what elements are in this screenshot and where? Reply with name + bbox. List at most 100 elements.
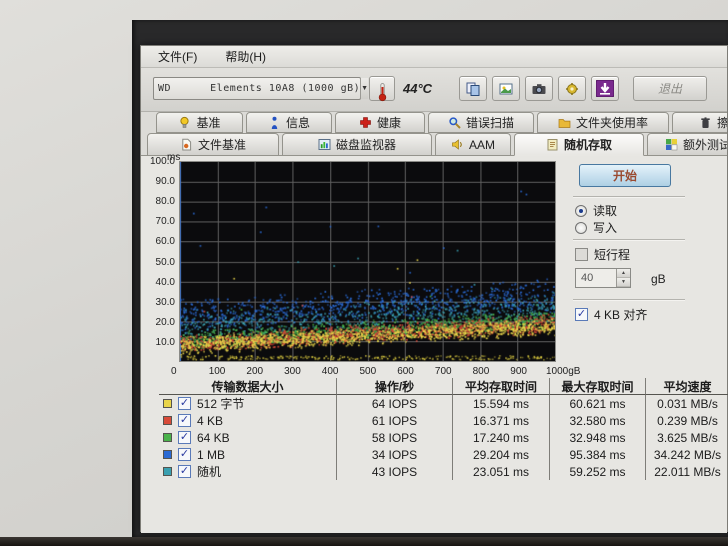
- write-mode-option[interactable]: 写入: [575, 219, 617, 236]
- series-color-swatch: [163, 433, 172, 442]
- max-access-cell: 32.580 ms: [550, 412, 646, 429]
- note-page-icon: [546, 138, 559, 151]
- align-option[interactable]: ✓ 4 KB 对齐: [575, 306, 647, 323]
- write-radio-label: 写入: [593, 221, 618, 235]
- start-button[interactable]: 开始: [579, 164, 671, 187]
- series-checkbox[interactable]: ✓: [178, 448, 191, 461]
- read-radio-label: 读取: [593, 204, 618, 218]
- download-button[interactable]: [591, 76, 619, 101]
- series-checkbox[interactable]: ✓: [178, 397, 191, 410]
- screenshot-button[interactable]: [525, 76, 553, 101]
- series-checkbox[interactable]: ✓: [178, 431, 191, 444]
- exit-button[interactable]: 退出: [633, 76, 707, 101]
- series-label: 随机: [197, 465, 222, 479]
- transfer-size-cell: ✓ 64 KB: [159, 429, 337, 446]
- tab-label: 擦除: [716, 116, 727, 130]
- tab-info[interactable]: 信息: [246, 112, 332, 133]
- download-icon: [596, 80, 614, 97]
- read-radio[interactable]: [575, 204, 587, 217]
- x-tick-label: 0: [171, 366, 177, 377]
- tab-label: 错误扫描: [465, 116, 514, 130]
- tab-label: 额外测试: [682, 138, 727, 152]
- avg-access-cell: 17.240 ms: [453, 429, 550, 446]
- drive-select[interactable]: WD Elements 10A8 (1000 gB) ▼: [153, 77, 369, 100]
- tab-extra-tests[interactable]: 额外测试: [647, 133, 727, 156]
- copy-button[interactable]: [459, 76, 487, 101]
- random-access-panel: ms 100.0 90.0 80.0 70.0 60.0 50.0 40.0 30.0 20.0…: [141, 152, 728, 533]
- chevron-down-icon[interactable]: ▼: [360, 78, 369, 99]
- read-mode-option[interactable]: 读取: [575, 202, 617, 219]
- tab-label: 基准: [196, 116, 221, 130]
- align-checkbox[interactable]: ✓: [575, 308, 588, 321]
- series-checkbox[interactable]: ✓: [178, 414, 191, 427]
- temperature-button[interactable]: [369, 76, 395, 102]
- table-row: ✓ 512 字节 64 IOPS 15.594 ms 60.621 ms 0.031 MB…: [159, 395, 728, 412]
- series-label: 4 KB: [197, 413, 224, 428]
- table-row: ✓ 4 KB 61 IOPS 16.371 ms 32.580 ms 0.239 MB/s: [159, 412, 728, 429]
- x-tick-label: 700: [434, 366, 452, 377]
- tab-benchmark[interactable]: 基准: [156, 112, 243, 133]
- menu-bar: 文件(F) 帮助(H): [141, 46, 727, 68]
- options-button[interactable]: [558, 76, 586, 101]
- tab-disk-monitor[interactable]: 磁盘监视器: [282, 133, 432, 156]
- results-table-body: ✓ 512 字节 64 IOPS 15.594 ms 60.621 ms 0.031 MB…: [159, 395, 728, 480]
- save-image-button[interactable]: [492, 76, 520, 101]
- tab-label: 文件夹使用率: [575, 116, 648, 130]
- tab-aam[interactable]: AAM: [435, 133, 511, 156]
- tab-label: 健康: [376, 116, 401, 130]
- transfer-size-cell: ✓ 512 字节: [159, 395, 337, 412]
- y-tick-label: 60.0: [155, 236, 175, 248]
- tab-random-access[interactable]: 随机存取: [514, 133, 644, 156]
- y-tick-label: 40.0: [155, 276, 175, 288]
- series-color-swatch: [163, 416, 172, 425]
- capacity-spinner[interactable]: 40 ▲ ▼: [575, 268, 631, 288]
- table-row: ✓ 随机 43 IOPS 23.051 ms 59.252 ms 22.011 MB/s: [159, 463, 728, 480]
- table-row: ✓ 64 KB 58 IOPS 17.240 ms 32.948 ms 3.625 MB/…: [159, 429, 728, 446]
- y-tick-label: 10.0: [155, 336, 175, 348]
- x-tick-label: 300: [284, 366, 301, 377]
- menu-help[interactable]: 帮助(H): [220, 46, 271, 67]
- max-access-cell: 95.384 ms: [550, 446, 646, 463]
- avg-speed-cell: 34.242 MB/s: [653, 447, 722, 462]
- y-tick-label: 80.0: [155, 196, 175, 208]
- y-axis-unit-label: ms: [167, 152, 181, 163]
- max-access-cell: 32.948 ms: [550, 429, 646, 446]
- menu-file[interactable]: 文件(F): [153, 46, 202, 67]
- series-label: 1 MB: [197, 447, 226, 462]
- y-tick-label: 90.0: [155, 176, 175, 188]
- transfer-size-cell: ✓ 随机: [159, 463, 337, 480]
- health-cross-icon: [359, 116, 372, 129]
- short-stroke-checkbox[interactable]: [575, 248, 588, 261]
- ops-cell: 43 IOPS: [337, 463, 453, 480]
- tab-label: AAM: [468, 137, 495, 152]
- tab-folder-usage[interactable]: 文件夹使用率: [537, 112, 669, 133]
- table-row: ✓ 1 MB 34 IOPS 29.204 ms 95.384 ms 34.242 MB/…: [159, 446, 728, 463]
- spinner-buttons[interactable]: ▲ ▼: [616, 269, 630, 287]
- series-checkbox[interactable]: ✓: [178, 465, 191, 478]
- tab-health[interactable]: 健康: [335, 112, 425, 133]
- separator: [573, 239, 685, 240]
- toolbar-icon-buttons: [459, 76, 619, 101]
- results-table: 传输数据大小 操作/秒 平均存取时间 最大存取时间 平均速度 ✓ 512 字节 64…: [159, 378, 728, 480]
- spinner-up-icon[interactable]: ▲: [617, 269, 630, 278]
- tab-label: 随机存取: [563, 138, 612, 152]
- header-avg-access: 平均存取时间: [453, 378, 550, 395]
- info-icon: [268, 116, 281, 129]
- thermometer-icon: [376, 82, 389, 102]
- max-access-cell: 60.621 ms: [550, 395, 646, 412]
- y-tick-label: 70.0: [155, 216, 175, 228]
- short-stroke-option[interactable]: 短行程: [575, 246, 630, 263]
- ops-cell: 58 IOPS: [337, 429, 453, 446]
- tab-erase[interactable]: 擦除: [672, 112, 727, 133]
- spinner-down-icon[interactable]: ▼: [617, 278, 630, 287]
- write-radio[interactable]: [575, 221, 587, 234]
- avg-speed-cell: 0.031 MB/s: [657, 396, 718, 411]
- tab-error-scan[interactable]: 错误扫描: [428, 112, 534, 133]
- avg-access-cell: 16.371 ms: [453, 412, 550, 429]
- tiles-icon: [665, 138, 678, 151]
- x-tick-label: 400: [321, 366, 339, 377]
- tab-row-2: 文件基准 磁盘监视器 AAM 随机存取 额外测试: [141, 133, 727, 156]
- file-doc-icon: [180, 138, 193, 151]
- separator: [573, 196, 685, 197]
- header-transfer-size: 传输数据大小: [159, 378, 337, 395]
